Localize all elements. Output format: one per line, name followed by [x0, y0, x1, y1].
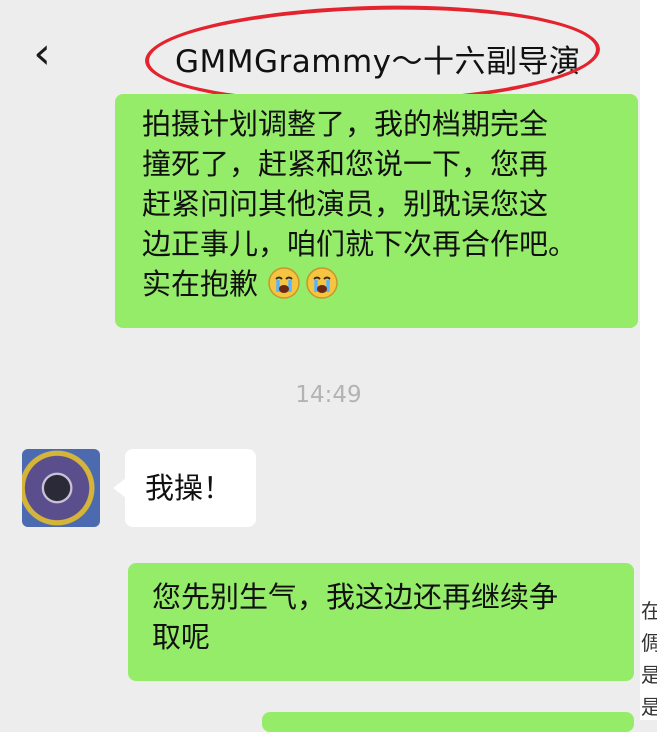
message-text: 实在抱歉 — [142, 267, 259, 301]
incoming-message-bubble[interactable]: 我操！ — [125, 449, 256, 527]
message-timestamp: 14:49 — [295, 382, 362, 408]
contact-avatar[interactable] — [22, 449, 100, 527]
crying-face-icon — [268, 267, 300, 299]
message-line: 撞死了，赶紧和您说一下，您再 — [142, 147, 549, 181]
outgoing-message-bubble[interactable]: 拍摄计划调整了，我的档期完全 撞死了，赶紧和您说一下，您再 赶紧问问其他演员，别… — [115, 94, 638, 328]
chat-header: ‹ GMMGrammy～十六副导演 — [0, 0, 657, 110]
edge-text: 是 — [641, 695, 657, 719]
edge-text: 是 — [641, 663, 657, 687]
message-line: 边正事儿，咱们就下次再合作吧。 — [142, 227, 578, 261]
edge-text: 倜 — [641, 631, 657, 655]
crying-face-icon — [306, 267, 338, 299]
message-line: 实在抱歉 — [142, 264, 618, 304]
outgoing-message-bubble[interactable]: 您先别生气，我这边还再继续争 取呢 — [128, 563, 634, 681]
message-line: 拍摄计划调整了，我的档期完全 — [142, 107, 549, 141]
edge-text: 在 — [641, 599, 657, 623]
message-line: 我操！ — [145, 471, 233, 505]
message-line: 赶紧问问其他演员，别耽误您这 — [142, 187, 549, 221]
message-line: 取呢 — [152, 620, 211, 654]
outgoing-message-bubble-partial[interactable] — [262, 712, 634, 732]
back-arrow-icon[interactable]: ‹ — [22, 28, 62, 79]
message-line: 您先别生气，我这边还再继续争 — [152, 580, 559, 614]
